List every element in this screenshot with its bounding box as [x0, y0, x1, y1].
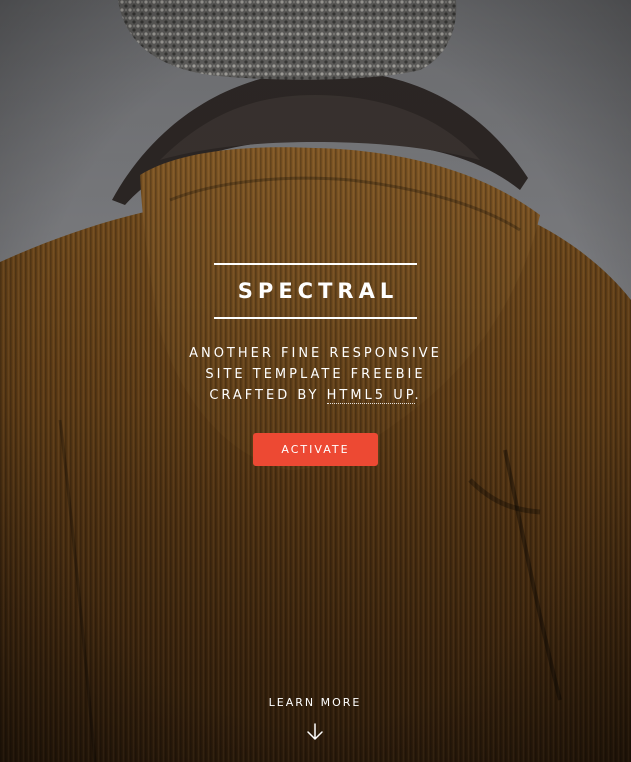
banner-content: SPECTRAL ANOTHER FINE RESPONSIVE SITE TE…	[0, 0, 631, 762]
site-title: SPECTRAL	[237, 278, 399, 303]
tagline-line-1: ANOTHER FINE RESPONSIVE	[189, 346, 442, 361]
title-frame: SPECTRAL	[214, 263, 417, 319]
learn-more-link[interactable]: LEARN MORE	[215, 695, 415, 747]
learn-more-label: LEARN MORE	[268, 696, 362, 709]
tagline-prefix: CRAFTED BY	[209, 388, 320, 403]
tagline-line-3: CRAFTED BY HTML5 UP.	[150, 385, 481, 406]
tagline: ANOTHER FINE RESPONSIVE SITE TEMPLATE FR…	[150, 343, 481, 406]
html5up-link[interactable]: HTML5 UP	[326, 388, 415, 404]
tagline-line-2: SITE TEMPLATE FREEBIE	[205, 367, 426, 382]
activate-button[interactable]: ACTIVATE	[253, 433, 378, 466]
banner: SPECTRAL ANOTHER FINE RESPONSIVE SITE TE…	[0, 0, 631, 762]
tagline-suffix: .	[414, 388, 422, 403]
arrow-down-icon	[307, 723, 323, 740]
